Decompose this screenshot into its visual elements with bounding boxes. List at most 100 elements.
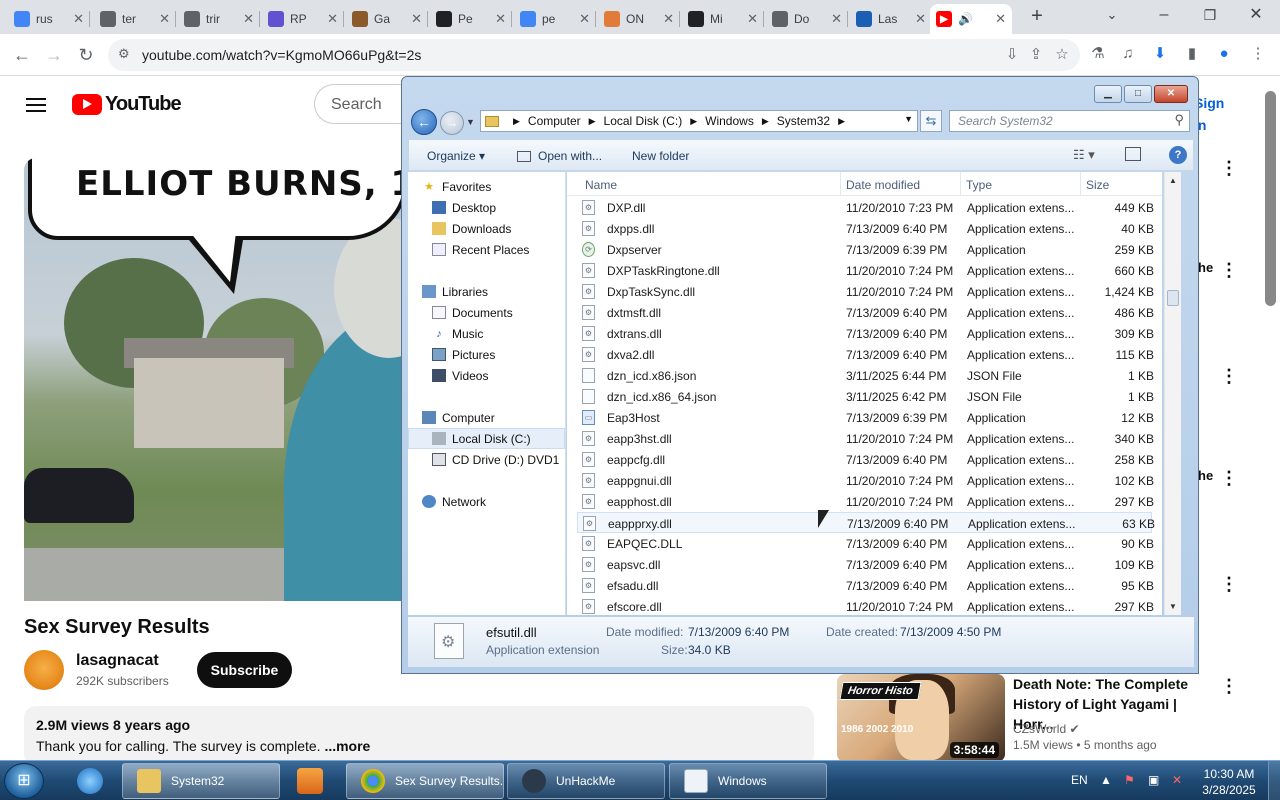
internet-explorer-icon[interactable]: [62, 764, 118, 798]
file-row[interactable]: ⟳ Dxpserver 7/13/2009 6:39 PM Application 25…: [577, 239, 1154, 260]
close-tab-icon[interactable]: ✕: [159, 11, 170, 27]
labs-flask-icon[interactable]: ⚗: [1088, 44, 1108, 64]
share-icon[interactable]: ⇪: [1026, 45, 1046, 65]
show-more-link[interactable]: ...more: [324, 738, 370, 754]
column-name[interactable]: Name: [585, 178, 617, 192]
browser-tab[interactable]: pe ✕: [514, 4, 596, 34]
scroll-up-icon[interactable]: ▲: [1169, 176, 1177, 185]
channel-name[interactable]: lasagnacat: [76, 652, 159, 670]
file-row[interactable]: ⚙ dxtmsft.dll 7/13/2009 6:40 PM Application…: [577, 302, 1154, 323]
nav-downloads[interactable]: Downloads: [408, 218, 565, 239]
search-icon[interactable]: ⚲: [1174, 112, 1184, 128]
column-type[interactable]: Type: [966, 178, 992, 192]
browser-tab[interactable]: Las ✕: [850, 4, 932, 34]
nav-network[interactable]: Network: [408, 491, 565, 512]
file-row[interactable]: ⚙ dxpps.dll 7/13/2009 6:40 PM Application e…: [577, 218, 1154, 239]
close-tab-icon[interactable]: ✕: [995, 11, 1006, 27]
file-row[interactable]: ⚙ eappprxy.dll 7/13/2009 6:40 PM Applicatio…: [577, 512, 1155, 533]
language-indicator[interactable]: EN: [1071, 773, 1088, 787]
file-row[interactable]: ⚙ efsadu.dll 7/13/2009 6:40 PM Application …: [577, 575, 1154, 596]
minimize-icon[interactable]: –: [1152, 4, 1176, 28]
description-box[interactable]: 2.9M views 8 years ago Thank you for cal…: [24, 706, 814, 766]
close-tab-icon[interactable]: ✕: [747, 11, 758, 27]
browser-tab[interactable]: RP ✕: [262, 4, 344, 34]
browser-tab[interactable]: Pe ✕: [430, 4, 512, 34]
column-date[interactable]: Date modified: [846, 178, 920, 192]
breadcrumb-arrow-icon[interactable]: ▶: [690, 116, 697, 127]
media-control-icon[interactable]: ♫: [1118, 44, 1138, 64]
nav-computer[interactable]: Computer: [408, 407, 565, 428]
file-list-scrollbar[interactable]: ▲ ▼: [1164, 172, 1181, 615]
scroll-thumb[interactable]: [1167, 290, 1179, 306]
organize-button[interactable]: Organize ▾: [427, 149, 485, 163]
explorer-close-icon[interactable]: ✕: [1154, 85, 1188, 103]
explorer-maximize-icon[interactable]: □: [1124, 85, 1152, 103]
nav-favorites[interactable]: ★ Favorites: [408, 176, 565, 197]
recent-pages-chevron-icon[interactable]: ▼: [466, 117, 475, 127]
browser-tab[interactable]: Ga ✕: [346, 4, 428, 34]
nav-music[interactable]: ♪ Music: [408, 323, 565, 344]
show-desktop-button[interactable]: [1268, 761, 1280, 800]
breadcrumb-arrow-icon[interactable]: ▶: [513, 116, 520, 127]
taskbar-chrome-video[interactable]: Sex Survey Results...: [346, 763, 504, 799]
explorer-minimize-icon[interactable]: ▁: [1094, 85, 1122, 103]
file-row[interactable]: ⚙ eapsvc.dll 7/13/2009 6:40 PM Application …: [577, 554, 1154, 575]
close-tab-icon[interactable]: ✕: [411, 11, 422, 27]
file-row[interactable]: ⚙ eappgnui.dll 11/20/2010 7:24 PM Applicati…: [577, 470, 1154, 491]
site-info-icon[interactable]: ⚙: [118, 46, 130, 62]
browser-tab[interactable]: ON ✕: [598, 4, 680, 34]
nav-desktop[interactable]: Desktop: [408, 197, 565, 218]
explorer-forward-icon[interactable]: →: [440, 111, 464, 135]
show-hidden-icons-icon[interactable]: ▲: [1100, 773, 1112, 787]
explorer-refresh-icon[interactable]: ⇆: [920, 110, 942, 132]
column-divider[interactable]: [1080, 172, 1081, 196]
browser-tab[interactable]: rus ✕: [8, 4, 90, 34]
preview-pane-icon[interactable]: [1125, 147, 1141, 161]
close-tab-icon[interactable]: ✕: [495, 11, 506, 27]
breadcrumb-arrow-icon[interactable]: ▶: [762, 116, 769, 127]
file-row[interactable]: ⚙ eappcfg.dll 7/13/2009 6:40 PM Application…: [577, 449, 1154, 470]
nav-recent-places[interactable]: Recent Places: [408, 239, 565, 260]
nav-local-disk[interactable]: Local Disk (C:): [408, 428, 565, 449]
nav-pictures[interactable]: Pictures: [408, 344, 565, 365]
more-actions-icon[interactable]: ⋮: [1220, 468, 1238, 488]
more-actions-icon[interactable]: ⋮: [1220, 158, 1238, 178]
close-tab-icon[interactable]: ✕: [915, 11, 926, 27]
browser-tab[interactable]: Mi ✕: [682, 4, 764, 34]
column-divider[interactable]: [960, 172, 961, 196]
nav-videos[interactable]: Videos: [408, 365, 565, 386]
channel-avatar[interactable]: [24, 650, 64, 690]
browser-tab[interactable]: ter ✕: [94, 4, 176, 34]
breadcrumb-computer[interactable]: Computer: [528, 114, 581, 128]
close-tab-icon[interactable]: ✕: [243, 11, 254, 27]
explorer-back-icon[interactable]: ←: [411, 109, 437, 135]
new-tab-button[interactable]: +: [1026, 6, 1048, 28]
taskbar-system32[interactable]: System32: [122, 763, 280, 799]
help-icon[interactable]: ?: [1169, 146, 1187, 164]
close-tab-icon[interactable]: ✕: [73, 11, 84, 27]
file-row[interactable]: ⚙ DxpTaskSync.dll 11/20/2010 7:24 PM Applic…: [577, 281, 1154, 302]
bookmark-star-icon[interactable]: ☆: [1052, 45, 1072, 65]
browser-tab[interactable]: trir ✕: [178, 4, 260, 34]
page-scrollbar[interactable]: [1265, 91, 1276, 306]
new-folder-button[interactable]: New folder: [632, 149, 689, 163]
network-tray-icon[interactable]: ▣: [1148, 773, 1159, 787]
breadcrumb-local-disk[interactable]: Local Disk (C:): [604, 114, 683, 128]
menu-hamburger-icon[interactable]: [26, 98, 46, 112]
file-row[interactable]: ⚙ EAPQEC.DLL 7/13/2009 6:40 PM Application …: [577, 533, 1154, 554]
taskbar-unhackme[interactable]: UnHackMe: [507, 763, 665, 799]
explorer-address-bar[interactable]: ▶ Computer ▶ Local Disk (C:) ▶ Windows ▶…: [480, 110, 918, 132]
file-row[interactable]: ⚙ DXPTaskRingtone.dll 11/20/2010 7:24 PM Ap…: [577, 260, 1154, 281]
nav-cd-drive[interactable]: CD Drive (D:) DVD1: [408, 449, 565, 470]
tab-youtube-active[interactable]: ▶ 🔊 ✕: [930, 4, 1012, 34]
file-row[interactable]: ⚙ DXP.dll 11/20/2010 7:23 PM Application ex…: [577, 197, 1154, 218]
breadcrumb-arrow-icon[interactable]: ▶: [589, 116, 596, 127]
file-row[interactable]: dzn_icd.x86_64.json 3/11/2025 6:42 PM JSON…: [577, 386, 1154, 407]
media-player-icon[interactable]: [282, 764, 338, 798]
file-row[interactable]: ⚙ eapp3hst.dll 11/20/2010 7:24 PM Applicati…: [577, 428, 1154, 449]
video-player[interactable]: ELLIOT BURNS, 1: [24, 158, 414, 601]
close-tab-icon[interactable]: ✕: [663, 11, 674, 27]
close-tab-icon[interactable]: ✕: [327, 11, 338, 27]
flag-alert-icon[interactable]: ⚑: [1124, 773, 1135, 787]
forward-arrow-icon[interactable]: →: [42, 43, 66, 67]
